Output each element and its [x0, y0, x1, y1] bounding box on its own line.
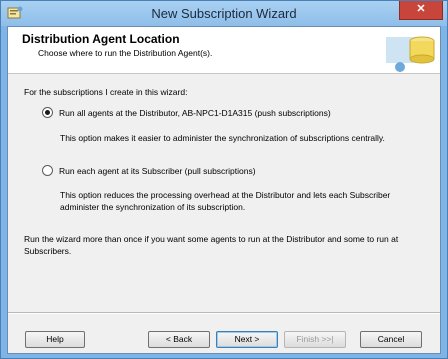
next-button[interactable]: Next > — [216, 331, 278, 348]
wizard-body: Distribution Agent Location Choose where… — [7, 26, 441, 354]
pull-option-description: This option reduces the processing overh… — [60, 190, 391, 212]
page-subtitle: Choose where to run the Distribution Age… — [38, 48, 213, 58]
wizard-note: Run the wizard more than once if you wan… — [24, 234, 399, 256]
pull-radio-button[interactable] — [42, 165, 53, 176]
page-title: Distribution Agent Location — [22, 32, 180, 46]
push-option-description: This option makes it easier to administe… — [60, 133, 385, 143]
push-subscriptions-option[interactable]: Run all agents at the Distributor, AB-NP… — [42, 107, 331, 118]
pull-option-label: Run each agent at its Subscriber (pull s… — [59, 165, 256, 176]
push-option-label: Run all agents at the Distributor, AB-NP… — [59, 107, 331, 118]
close-button[interactable]: ✕ — [399, 1, 443, 20]
back-button[interactable]: < Back — [148, 331, 210, 348]
window-title: New Subscription Wizard — [151, 6, 297, 21]
database-sync-icon — [380, 27, 440, 73]
wizard-header: Distribution Agent Location Choose where… — [8, 27, 440, 74]
help-button[interactable]: Help — [25, 331, 85, 348]
wizard-window: New Subscription Wizard ✕ Distribution A… — [0, 0, 448, 359]
pull-subscriptions-option[interactable]: Run each agent at its Subscriber (pull s… — [42, 165, 256, 176]
title-bar[interactable]: New Subscription Wizard ✕ — [1, 1, 447, 26]
footer-divider — [8, 312, 440, 314]
cancel-button[interactable]: Cancel — [360, 331, 422, 348]
intro-text: For the subscriptions I create in this w… — [24, 87, 188, 97]
push-radio-button[interactable] — [42, 107, 53, 118]
finish-button[interactable]: Finish >>| — [284, 331, 346, 348]
